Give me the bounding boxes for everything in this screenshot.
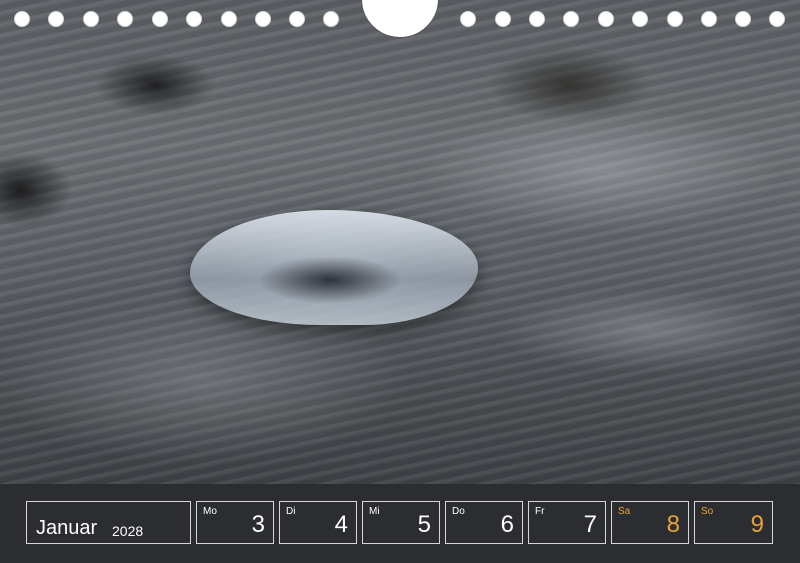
binding-hole [563, 11, 579, 27]
day-cell-weekend: Sa 8 [611, 501, 689, 544]
day-number: 8 [666, 511, 680, 538]
binding-hole [221, 11, 237, 27]
binding-hole [14, 11, 30, 27]
river-ice-photo [0, 0, 800, 484]
day-number: 3 [251, 511, 265, 538]
weekday-label: Do [452, 506, 465, 517]
binding-hole [632, 11, 648, 27]
binding-hole [529, 11, 545, 27]
day-number: 4 [334, 511, 348, 538]
weekday-label: Mo [203, 506, 217, 517]
year-label: 2028 [112, 523, 144, 539]
binding-hole [152, 11, 168, 27]
binding-hole [598, 11, 614, 27]
day-number: 9 [750, 511, 764, 538]
day-number: 7 [583, 511, 597, 538]
day-cell: Do 6 [445, 501, 523, 544]
binding-hole [323, 11, 339, 27]
binding-hole [495, 11, 511, 27]
binding-hole [186, 11, 202, 27]
binding-hole [667, 11, 683, 27]
binding-hole [701, 11, 717, 27]
ice-covered-stone [190, 210, 478, 325]
day-number: 5 [417, 511, 431, 538]
weekday-label: Mi [369, 506, 380, 517]
day-cell: Di 4 [279, 501, 357, 544]
binding-hole [48, 11, 64, 27]
binding-hole [735, 11, 751, 27]
day-cell: Mi 5 [362, 501, 440, 544]
weekday-label: So [701, 506, 714, 517]
binding-hole [769, 11, 785, 27]
weekday-label: Di [286, 506, 296, 517]
binding-hole [117, 11, 133, 27]
day-number: 6 [500, 511, 514, 538]
weekday-label: Sa [618, 506, 631, 517]
binding-hole [83, 11, 99, 27]
binding-holes [0, 0, 800, 40]
day-cell-weekend: So 9 [694, 501, 773, 544]
binding-hole [460, 11, 476, 27]
binding-hole [289, 11, 305, 27]
day-cell: Fr 7 [528, 501, 606, 544]
hanger-cutout [361, 0, 439, 38]
weekday-label: Fr [535, 506, 545, 517]
month-name: Januar [36, 517, 98, 539]
month-label-box: Januar 2028 [26, 501, 191, 544]
day-cell: Mo 3 [196, 501, 274, 544]
binding-hole [255, 11, 271, 27]
